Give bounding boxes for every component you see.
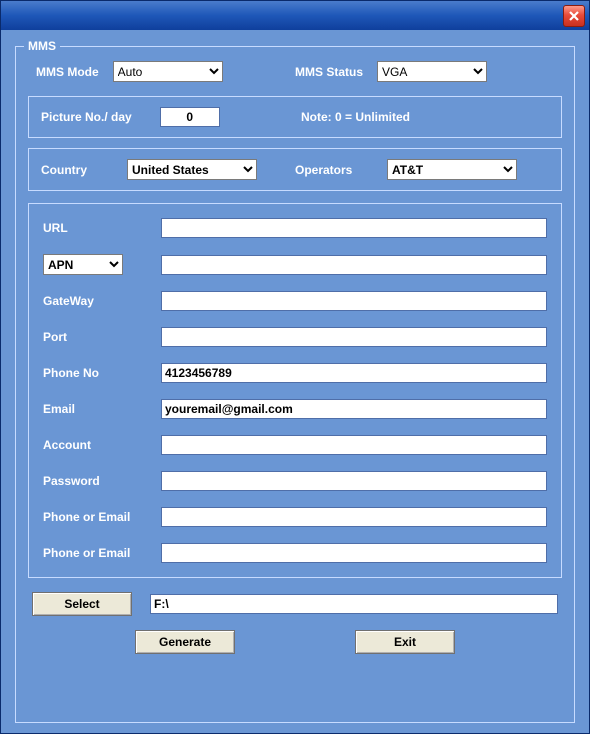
password-input[interactable] (161, 471, 547, 491)
phone-no-input[interactable] (161, 363, 547, 383)
apn-select[interactable]: APN (43, 254, 123, 275)
email-input[interactable] (161, 399, 547, 419)
operators-label: Operators (295, 163, 373, 177)
group-title: MMS (24, 39, 60, 53)
mms-group: MMS MMS Mode Auto MMS Status VGA (15, 46, 575, 723)
close-icon (568, 10, 580, 22)
select-path-row: Select (28, 592, 562, 616)
url-input[interactable] (161, 218, 547, 238)
gateway-label: GateWay (43, 294, 161, 308)
phone-no-label: Phone No (43, 366, 161, 380)
country-select[interactable]: United States (127, 159, 257, 180)
country-operators-group: Country United States Operators AT&T (28, 148, 562, 191)
phone-or-email-2-input[interactable] (161, 543, 547, 563)
phone-or-email-2-label: Phone or Email (43, 546, 161, 560)
picture-per-day-group: Picture No./ day Note: 0 = Unlimited (28, 96, 562, 138)
phone-or-email-1-label: Phone or Email (43, 510, 161, 524)
exit-button[interactable]: Exit (355, 630, 455, 654)
main-panel: MMS MMS Mode Auto MMS Status VGA (5, 34, 585, 725)
titlebar (0, 0, 590, 30)
mms-status-select[interactable]: VGA (377, 61, 487, 82)
apn-input[interactable] (161, 255, 547, 275)
email-label: Email (43, 402, 161, 416)
picture-count-label: Picture No./ day (41, 110, 132, 124)
action-buttons-row: Generate Exit (28, 630, 562, 654)
phone-or-email-1-input[interactable] (161, 507, 547, 527)
port-label: Port (43, 330, 161, 344)
gateway-input[interactable] (161, 291, 547, 311)
path-input[interactable] (150, 594, 558, 614)
mms-status-label: MMS Status (295, 65, 363, 79)
generate-button[interactable]: Generate (135, 630, 235, 654)
client-area: MMS MMS Mode Auto MMS Status VGA (0, 30, 590, 734)
account-input[interactable] (161, 435, 547, 455)
mode-status-row: MMS Mode Auto MMS Status VGA (28, 59, 562, 86)
picture-count-note: Note: 0 = Unlimited (301, 110, 410, 124)
network-fields-group: URL APN GateWay (28, 203, 562, 578)
account-label: Account (43, 438, 161, 452)
mms-settings-window: MMS MMS Mode Auto MMS Status VGA (0, 0, 590, 734)
picture-count-input[interactable] (160, 107, 220, 127)
operators-select[interactable]: AT&T (387, 159, 517, 180)
country-label: Country (41, 163, 113, 177)
mms-mode-select[interactable]: Auto (113, 61, 223, 82)
password-label: Password (43, 474, 161, 488)
url-label: URL (43, 221, 161, 235)
port-input[interactable] (161, 327, 547, 347)
mms-mode-label: MMS Mode (36, 65, 99, 79)
select-button[interactable]: Select (32, 592, 132, 616)
close-button[interactable] (563, 5, 585, 27)
